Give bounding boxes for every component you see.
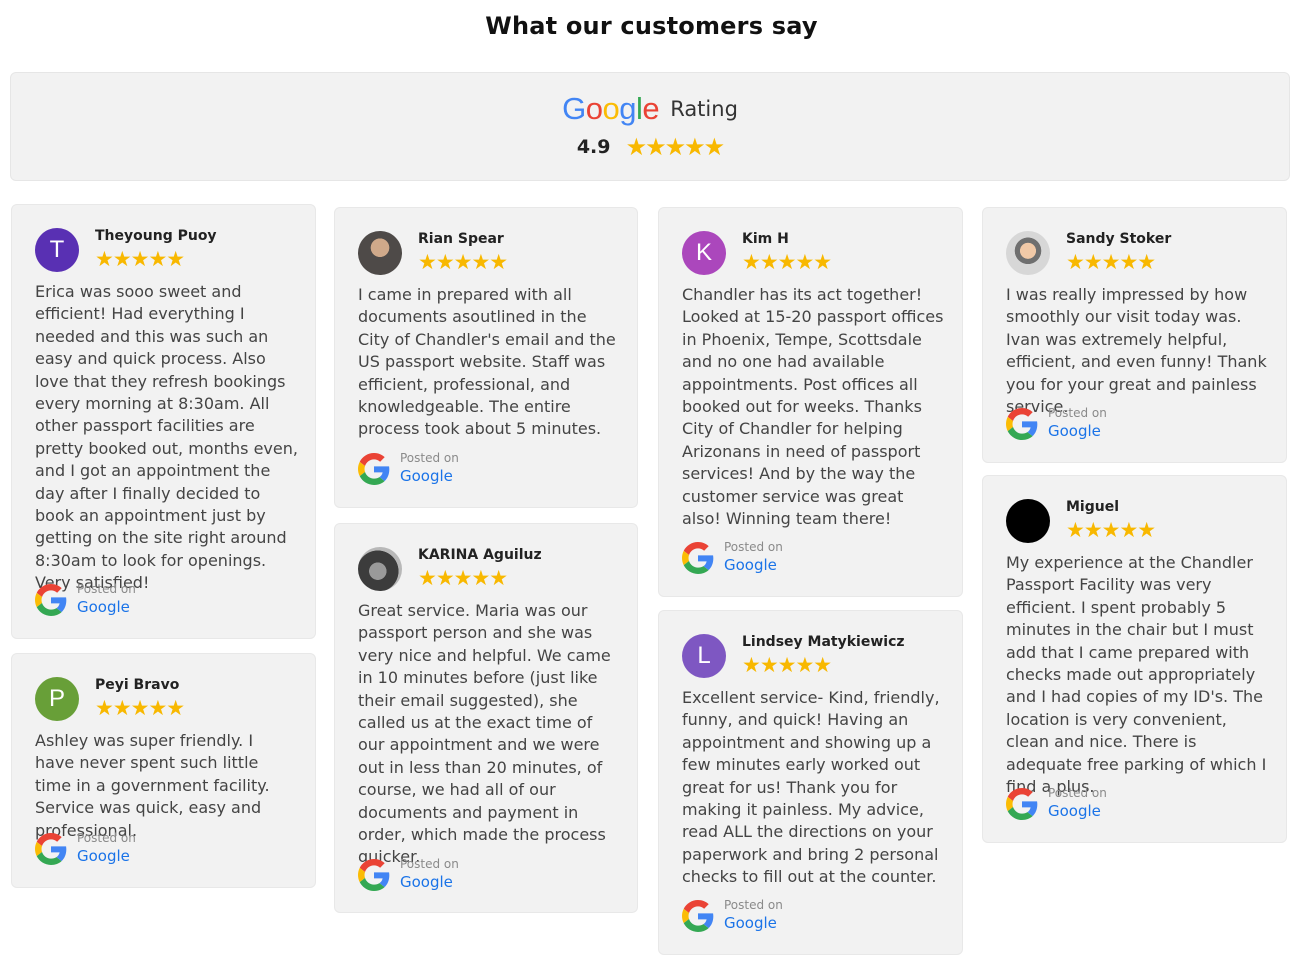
review-stars: ★★★★★ xyxy=(1066,518,1156,542)
review-card: T Theyoung Puoy ★★★★★ Erica was sooo swe… xyxy=(11,204,316,639)
review-card: K Kim H ★★★★★ Chandler has its act toget… xyxy=(658,207,963,597)
posted-on-label: Posted on xyxy=(724,898,783,912)
reviewer-name: Sandy Stoker xyxy=(1066,231,1172,247)
review-stars: ★★★★★ xyxy=(742,250,832,274)
google-link[interactable]: Google xyxy=(77,847,130,865)
review-card: Sandy Stoker ★★★★★ I was really impresse… xyxy=(982,207,1287,463)
review-text: Great service. Maria was our passport pe… xyxy=(358,601,611,867)
posted-on-label: Posted on xyxy=(77,831,136,845)
review-stars: ★★★★★ xyxy=(418,566,508,590)
reviewer-name: Theyoung Puoy xyxy=(95,228,217,244)
page-title: What our customers say xyxy=(485,12,818,40)
rating-label: Rating xyxy=(670,97,738,121)
review-text: Excellent service- Kind, friendly, funny… xyxy=(682,688,940,887)
google-g-icon xyxy=(1006,788,1038,820)
review-card: Rian Spear ★★★★★ I came in prepared with… xyxy=(334,207,638,508)
google-g-icon xyxy=(35,833,67,865)
posted-on-label: Posted on xyxy=(77,582,136,596)
google-link[interactable]: Google xyxy=(1048,422,1101,440)
review-text: I came in prepared with all documents as… xyxy=(358,285,616,439)
reviewer-name: Peyi Bravo xyxy=(95,677,180,693)
review-text: Ashley was super friendly. I have never … xyxy=(35,731,270,840)
review-stars: ★★★★★ xyxy=(95,247,185,271)
avatar xyxy=(358,547,402,591)
posted-on-label: Posted on xyxy=(724,540,783,554)
posted-on-label: Posted on xyxy=(1048,406,1107,420)
review-card: KARINA Aguiluz ★★★★★ Great service. Mari… xyxy=(334,523,638,913)
avatar: P xyxy=(35,677,79,721)
avatar xyxy=(358,231,402,275)
google-link[interactable]: Google xyxy=(724,556,777,574)
posted-on-label: Posted on xyxy=(400,451,459,465)
google-g-icon xyxy=(1006,408,1038,440)
reviewer-name: Rian Spear xyxy=(418,231,504,247)
reviewer-name: KARINA Aguiluz xyxy=(418,547,542,563)
review-text: Erica was sooo sweet and efficient! Had … xyxy=(35,282,298,593)
google-g-icon xyxy=(682,900,714,932)
review-stars: ★★★★★ xyxy=(1066,250,1156,274)
avatar: T xyxy=(35,228,79,272)
google-rating-summary: Google Rating 4.9 ★★★★★ xyxy=(10,72,1290,181)
review-card: Miguel ★★★★★ My experience at the Chandl… xyxy=(982,475,1287,843)
review-stars: ★★★★★ xyxy=(742,653,832,677)
review-text: My experience at the Chandler Passport F… xyxy=(1006,553,1267,797)
posted-on-label: Posted on xyxy=(400,857,459,871)
google-logo: Google xyxy=(562,91,660,126)
reviewer-name: Lindsey Matykiewicz xyxy=(742,634,905,650)
rating-stars: ★★★★★ xyxy=(625,133,726,161)
posted-on-label: Posted on xyxy=(1048,786,1107,800)
google-g-icon xyxy=(358,453,390,485)
review-card: P Peyi Bravo ★★★★★ Ashley was super frie… xyxy=(11,653,316,888)
google-g-icon xyxy=(682,542,714,574)
review-stars: ★★★★★ xyxy=(95,696,185,720)
review-text: Chandler has its act together! Looked at… xyxy=(682,285,944,529)
google-g-icon xyxy=(35,584,67,616)
avatar xyxy=(1006,499,1050,543)
google-link[interactable]: Google xyxy=(400,467,453,485)
rating-score: 4.9 xyxy=(576,136,611,158)
review-stars: ★★★★★ xyxy=(418,250,508,274)
review-card: L Lindsey Matykiewicz ★★★★★ Excellent se… xyxy=(658,610,963,955)
google-link[interactable]: Google xyxy=(1048,802,1101,820)
reviewer-name: Kim H xyxy=(742,231,789,247)
avatar: K xyxy=(682,231,726,275)
review-text: I was really impressed by how smoothly o… xyxy=(1006,285,1267,417)
google-g-icon xyxy=(358,859,390,891)
google-link[interactable]: Google xyxy=(400,873,453,891)
avatar: L xyxy=(682,634,726,678)
avatar xyxy=(1006,231,1050,275)
google-link[interactable]: Google xyxy=(724,914,777,932)
google-link[interactable]: Google xyxy=(77,598,130,616)
reviewer-name: Miguel xyxy=(1066,499,1120,515)
